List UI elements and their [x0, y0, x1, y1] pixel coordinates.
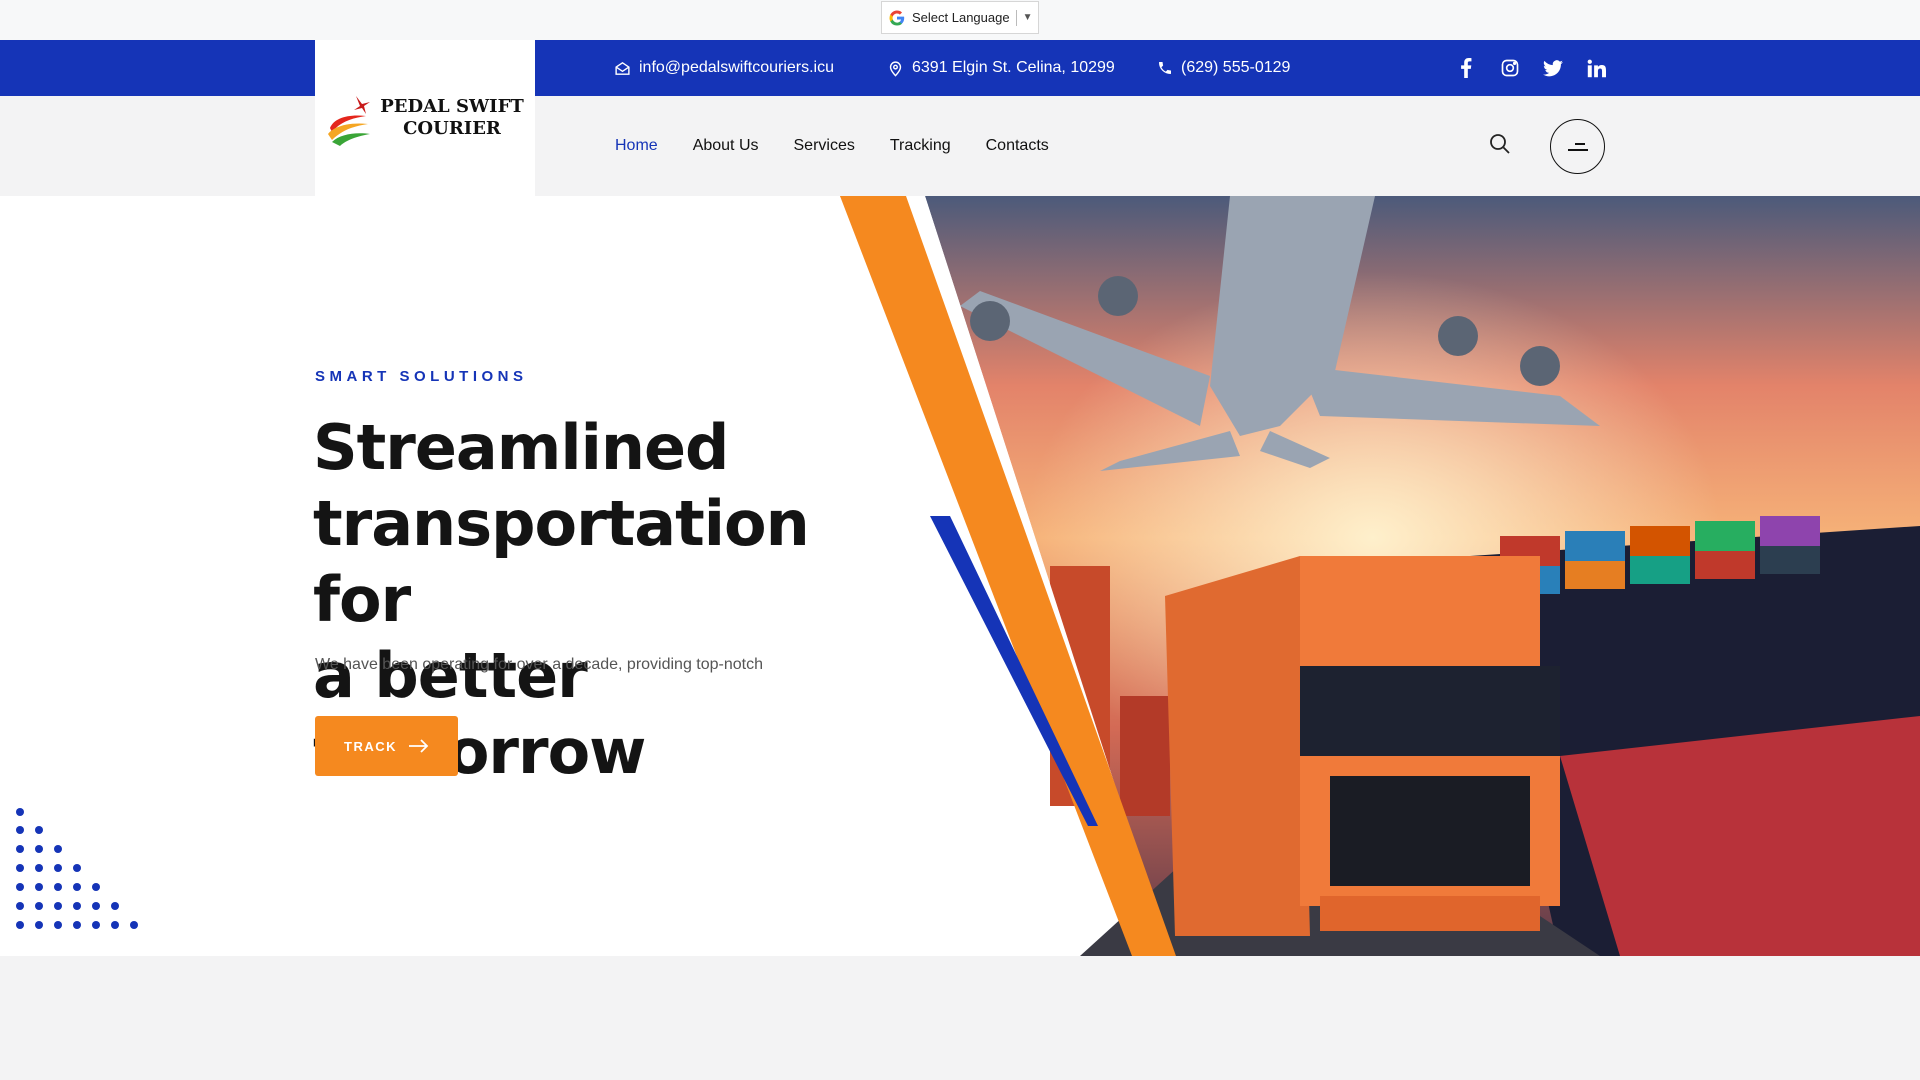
- address-text: 6391 Elgin St. Celina, 10299: [912, 59, 1115, 76]
- instagram-link[interactable]: [1496, 40, 1524, 96]
- search-button[interactable]: [1488, 132, 1514, 158]
- email-link[interactable]: info@pedalswiftcouriers.icu: [614, 40, 834, 96]
- twitter-link[interactable]: [1539, 40, 1567, 96]
- arrow-right-icon: [409, 739, 429, 753]
- track-button[interactable]: TRACK: [315, 716, 458, 776]
- envelope-icon: [615, 61, 630, 75]
- hero-subtitle: We have been operating for over a decade…: [315, 656, 763, 673]
- language-label: Select Language: [912, 10, 1010, 25]
- search-icon: [1490, 134, 1510, 154]
- menu-line-icon: [1567, 148, 1588, 151]
- track-button-label: TRACK: [344, 738, 397, 754]
- logo-line2: COURIER: [403, 118, 501, 139]
- nav-tracking[interactable]: Tracking: [890, 137, 951, 155]
- linkedin-icon: [1587, 59, 1606, 77]
- hero-headline-line1: Streamlined: [313, 411, 729, 484]
- chevron-down-icon: ▼: [1022, 12, 1033, 23]
- nav-contacts[interactable]: Contacts: [986, 137, 1049, 155]
- language-divider: [1015, 9, 1017, 26]
- nav-about-us[interactable]: About Us: [693, 137, 759, 155]
- hero-illustration: [840, 196, 1920, 956]
- language-bar: Select Language ▼: [0, 0, 1920, 40]
- contact-bar: info@pedalswiftcouriers.icu 6391 Elgin S…: [0, 40, 1920, 96]
- nav-home[interactable]: Home: [615, 137, 658, 155]
- location-pin-icon: [889, 60, 902, 77]
- logo-text: PEDAL SWIFT COURIER: [380, 96, 524, 140]
- facebook-icon: [1461, 58, 1472, 78]
- logo-mark-icon: [328, 96, 371, 146]
- email-text: info@pedalswiftcouriers.icu: [639, 59, 834, 76]
- nav-services[interactable]: Services: [794, 137, 855, 155]
- dot-pattern-decoration: [16, 808, 138, 929]
- address-link[interactable]: 6391 Elgin St. Celina, 10299: [887, 40, 1115, 96]
- phone-text: (629) 555-0129: [1181, 59, 1291, 76]
- language-select[interactable]: Select Language ▼: [881, 1, 1039, 34]
- phone-link[interactable]: (629) 555-0129: [1157, 40, 1290, 96]
- hero-headline-line2: transportation for: [313, 487, 810, 636]
- main-nav: Home About Us Services Tracking Contacts: [615, 96, 1084, 196]
- hero-kicker: SMART SOLUTIONS: [315, 368, 528, 385]
- instagram-icon: [1501, 59, 1519, 77]
- logo-line1: PEDAL SWIFT: [380, 96, 524, 117]
- hero-section: SMART SOLUTIONS Streamlined transportati…: [0, 196, 1920, 956]
- menu-line-icon: [1574, 142, 1585, 145]
- phone-icon: [1159, 62, 1171, 74]
- linkedin-link[interactable]: [1582, 40, 1610, 96]
- facebook-link[interactable]: [1452, 40, 1480, 96]
- twitter-icon: [1543, 59, 1563, 76]
- google-icon: [889, 10, 905, 26]
- site-logo[interactable]: PEDAL SWIFT COURIER: [315, 40, 535, 196]
- menu-toggle-button[interactable]: [1550, 119, 1605, 174]
